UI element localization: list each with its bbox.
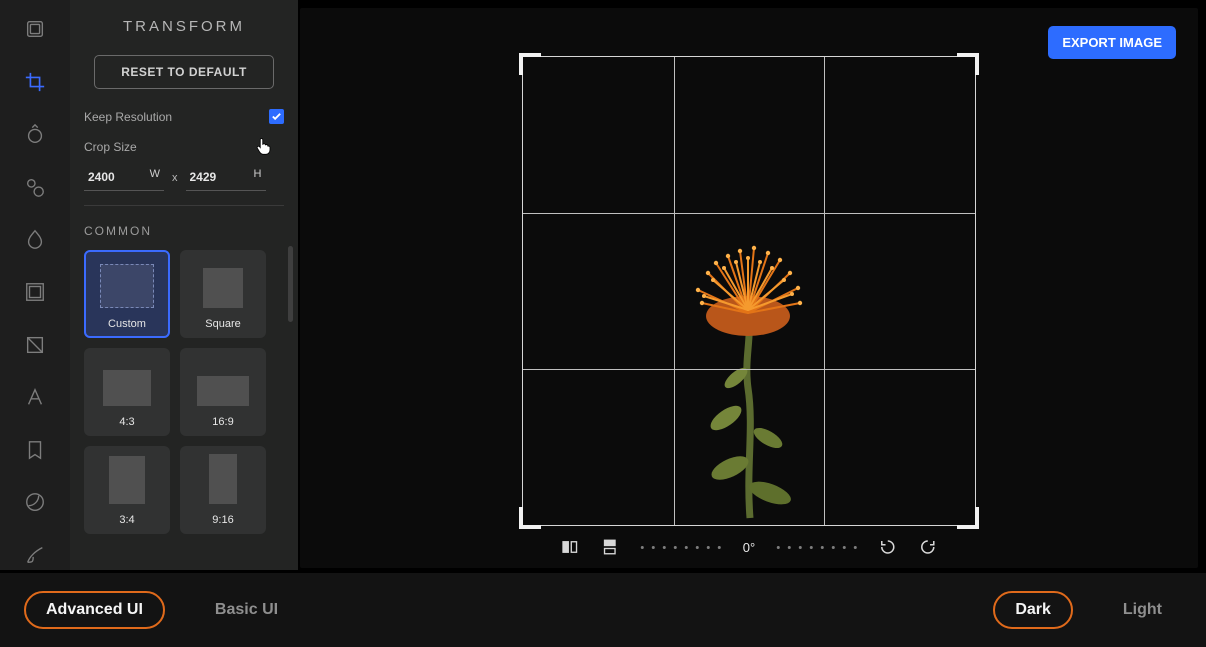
preset-custom[interactable]: Custom: [84, 250, 170, 338]
text-icon[interactable]: [16, 382, 54, 413]
dim-separator: x: [172, 172, 178, 184]
crop-handle-tl[interactable]: [519, 53, 541, 75]
export-button[interactable]: EXPORT IMAGE: [1048, 26, 1176, 59]
filters-icon[interactable]: [16, 14, 54, 45]
crop-width-input[interactable]: [88, 170, 138, 184]
crop-height-input[interactable]: [190, 170, 240, 184]
crop-icon[interactable]: [16, 67, 54, 98]
blur-icon[interactable]: [16, 224, 54, 255]
theme-group: Dark Light: [993, 591, 1182, 629]
focus-icon[interactable]: [16, 172, 54, 203]
reset-button[interactable]: RESET TO DEFAULT: [94, 55, 274, 89]
preset-3-4[interactable]: 3:4: [84, 446, 170, 534]
rotation-slider-right[interactable]: [777, 546, 857, 549]
aspect-preset-grid: Custom Square 4:3 16:9 3:4 9:16: [84, 250, 284, 534]
flip-horizontal-icon[interactable]: [561, 538, 579, 556]
theme-light[interactable]: Light: [1103, 593, 1182, 627]
rotation-value: 0°: [743, 540, 755, 555]
crop-frame[interactable]: [522, 56, 976, 526]
transform-panel: TRANSFORM RESET TO DEFAULT Keep Resoluti…: [70, 0, 298, 570]
ui-mode-basic[interactable]: Basic UI: [195, 593, 298, 627]
tool-rail: [0, 0, 70, 570]
divider: [84, 205, 284, 206]
preset-9-16[interactable]: 9:16: [180, 446, 266, 534]
panel-title: TRANSFORM: [84, 18, 284, 35]
overlay-icon[interactable]: [16, 329, 54, 360]
preset-square[interactable]: Square: [180, 250, 266, 338]
rotation-bar: 0°: [561, 538, 937, 556]
keep-resolution-label: Keep Resolution: [84, 110, 172, 124]
adjust-icon[interactable]: [16, 119, 54, 150]
crop-size-label: Crop Size: [84, 140, 284, 154]
rotate-cw-icon[interactable]: [919, 538, 937, 556]
rotation-slider-left[interactable]: [641, 546, 721, 549]
ui-mode-advanced[interactable]: Advanced UI: [24, 591, 165, 629]
crop-handle-tr[interactable]: [957, 53, 979, 75]
bookmark-icon[interactable]: [16, 434, 54, 465]
brush-icon[interactable]: [16, 539, 54, 570]
canvas[interactable]: EXPORT IMAGE: [300, 8, 1198, 568]
width-suffix: W: [150, 168, 160, 180]
preset-4-3[interactable]: 4:3: [84, 348, 170, 436]
preset-16-9[interactable]: 16:9: [180, 348, 266, 436]
keep-resolution-checkbox[interactable]: [269, 109, 284, 124]
frame-icon[interactable]: [16, 277, 54, 308]
rotate-ccw-icon[interactable]: [879, 538, 897, 556]
sticker-icon[interactable]: [16, 487, 54, 518]
bottom-bar: Advanced UI Basic UI Dark Light: [0, 573, 1206, 647]
crop-size-inputs: W x H: [84, 164, 284, 191]
height-suffix: H: [254, 168, 262, 180]
ui-mode-group: Advanced UI Basic UI: [24, 591, 298, 629]
crop-handle-bl[interactable]: [519, 507, 541, 529]
theme-dark[interactable]: Dark: [993, 591, 1073, 629]
flip-vertical-icon[interactable]: [601, 538, 619, 556]
common-section-label: COMMON: [84, 224, 284, 238]
crop-handle-br[interactable]: [957, 507, 979, 529]
sidebar-scrollbar[interactable]: [288, 246, 293, 322]
